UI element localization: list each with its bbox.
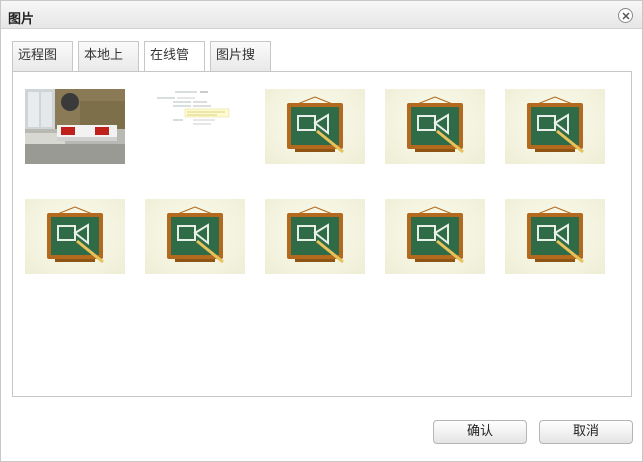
image-thumb-placeholder[interactable] xyxy=(505,89,605,164)
image-thumb-form[interactable] xyxy=(145,89,245,164)
image-thumb-placeholder[interactable] xyxy=(265,89,365,164)
close-icon[interactable] xyxy=(618,8,633,23)
image-thumb-placeholder[interactable] xyxy=(385,89,485,164)
confirm-button[interactable]: 确认 xyxy=(433,420,527,444)
tab-online-manage[interactable]: 在线管理 xyxy=(144,41,205,91)
chalkboard-image-icon xyxy=(47,206,104,264)
image-thumb-placeholder[interactable] xyxy=(25,199,125,274)
chalkboard-image-icon xyxy=(407,206,464,264)
image-thumb-placeholder[interactable] xyxy=(385,199,485,274)
image-thumb-placeholder[interactable] xyxy=(265,199,365,274)
dialog-title: 图片 xyxy=(8,12,35,27)
bedroom-photo xyxy=(25,89,125,164)
image-thumb-bedroom[interactable] xyxy=(25,89,125,164)
chalkboard-image-icon xyxy=(527,206,584,264)
image-thumb-placeholder[interactable] xyxy=(145,199,245,274)
tab-image-search[interactable]: 图片搜索 xyxy=(210,41,271,91)
image-list-panel xyxy=(12,71,632,397)
image-dialog: 图片 远程图片 本地上传 在线管理 图片搜索 xyxy=(0,0,643,462)
chalkboard-image-icon xyxy=(287,206,344,264)
chalkboard-image-icon xyxy=(287,96,344,154)
dialog-titlebar: 图片 xyxy=(1,1,642,29)
image-thumb-placeholder[interactable] xyxy=(505,199,605,274)
cancel-button[interactable]: 取消 xyxy=(539,420,633,444)
chalkboard-image-icon xyxy=(407,96,464,154)
chalkboard-image-icon xyxy=(527,96,584,154)
tab-remote-image[interactable]: 远程图片 xyxy=(12,41,73,91)
tab-local-upload[interactable]: 本地上传 xyxy=(78,41,139,91)
chalkboard-image-icon xyxy=(167,206,224,264)
form-screenshot xyxy=(153,89,245,129)
